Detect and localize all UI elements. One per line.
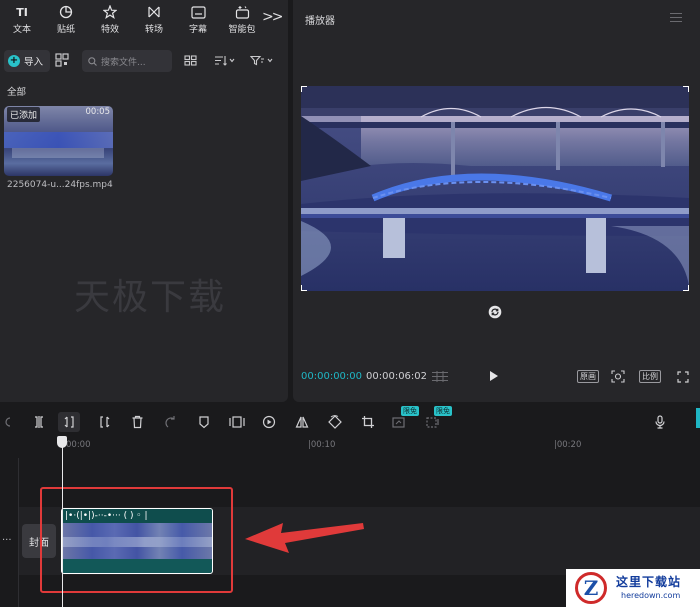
category-label: 转场 — [144, 25, 163, 35]
logo-url: heredown.com — [621, 591, 681, 600]
text-icon: TI — [16, 5, 28, 19]
player-panel: 播放器 00:00:00:00 00:00:06:02 原画 比例 — [293, 0, 700, 402]
category-label: 文本 — [12, 25, 31, 35]
reverse-icon[interactable] — [229, 415, 245, 429]
category-subtitle[interactable]: 字幕 — [176, 0, 220, 38]
grid-view-icon[interactable] — [184, 53, 197, 67]
smart-package-icon — [235, 4, 250, 20]
ruler-tick: |00:20 — [554, 440, 582, 450]
category-label: 贴纸 — [56, 25, 75, 35]
media-panel: TI 文本 贴纸 特效 转场 字幕 智能包 >> + 导入 搜索文件... 全部… — [0, 0, 288, 402]
delete-icon[interactable] — [131, 415, 144, 429]
import-button[interactable]: + 导入 — [4, 50, 50, 72]
current-timecode: 00:00:00:00 — [301, 371, 363, 382]
transition-icon — [147, 4, 161, 20]
category-sticker[interactable]: 贴纸 — [44, 0, 88, 38]
qr-code-icon[interactable] — [55, 53, 69, 67]
track-more-icon[interactable]: ··· — [2, 535, 12, 546]
rotate-icon[interactable] — [488, 305, 502, 319]
category-effects[interactable]: 特效 — [88, 0, 132, 38]
split-right-icon[interactable] — [98, 415, 112, 429]
menu-icon[interactable] — [670, 13, 682, 22]
sort-icon[interactable] — [214, 53, 236, 67]
category-label: 智能包 — [228, 25, 256, 35]
highlight-box — [40, 487, 233, 593]
total-timecode: 00:00:06:02 — [366, 371, 428, 382]
category-bar: TI 文本 贴纸 特效 转场 字幕 智能包 >> — [0, 0, 288, 38]
section-all-label: 全部 — [7, 87, 27, 98]
more-categories-icon[interactable]: >> — [262, 9, 284, 25]
subtitle-icon — [190, 4, 206, 20]
logo-title: 这里下载站 — [616, 575, 682, 589]
playhead[interactable] — [62, 446, 63, 607]
category-label: 字幕 — [188, 25, 207, 35]
red-arrow-icon — [245, 523, 364, 553]
original-quality-button[interactable]: 原画 — [577, 370, 599, 383]
category-smart-package[interactable]: 智能包 — [220, 0, 264, 38]
undo-icon[interactable] — [2, 415, 12, 429]
split-left-icon[interactable] — [58, 412, 80, 432]
speed-icon[interactable] — [262, 415, 276, 429]
media-duration: 00:05 — [85, 107, 111, 117]
freeze-icon[interactable] — [164, 415, 177, 429]
category-label: 特效 — [100, 25, 119, 35]
split-icon[interactable] — [32, 415, 46, 429]
panel-edge — [696, 408, 700, 428]
rotate-clip-icon[interactable] — [328, 415, 342, 429]
import-label: 导入 — [24, 57, 44, 68]
player-title: 播放器 — [305, 16, 335, 27]
effects-icon — [103, 4, 117, 20]
mirror-icon[interactable] — [295, 415, 309, 429]
video-preview[interactable] — [301, 86, 689, 291]
media-toolbar: + 导入 搜索文件... — [0, 48, 288, 74]
smart-cut-icon[interactable] — [392, 415, 408, 429]
search-placeholder: 搜索文件... — [101, 57, 146, 68]
sticker-icon — [59, 4, 73, 20]
marker-icon[interactable] — [198, 415, 210, 429]
watermark-text: 天极下载 — [74, 277, 227, 318]
category-transition[interactable]: 转场 — [132, 0, 176, 38]
focus-icon[interactable] — [611, 370, 625, 386]
crop-icon[interactable] — [361, 415, 375, 429]
video-frame-image — [301, 86, 689, 291]
free-tag-1: 限免 — [401, 406, 419, 416]
free-tag-2: 限免 — [434, 406, 452, 416]
plus-icon: + — [8, 55, 20, 67]
ruler-tick: 00:00 — [66, 440, 91, 450]
site-logo: Z 这里下载站 heredown.com — [566, 569, 700, 607]
category-text[interactable]: TI 文本 — [0, 0, 44, 38]
ruler-tick: |00:10 — [308, 440, 336, 450]
filter-icon[interactable] — [250, 53, 274, 67]
fullscreen-icon[interactable] — [677, 371, 689, 386]
timeline-toolbar — [0, 406, 700, 436]
search-icon — [88, 56, 97, 66]
media-filename: 2256074-u...24fps.mp4 — [7, 180, 113, 190]
timeline-list-icon[interactable] — [431, 371, 449, 385]
media-item-thumbnail[interactable]: 已添加 00:05 — [4, 106, 113, 176]
smart-frame-icon[interactable] — [426, 415, 442, 429]
aspect-ratio-button[interactable]: 比例 — [639, 370, 661, 383]
play-icon[interactable] — [490, 371, 498, 381]
added-badge: 已添加 — [7, 107, 41, 122]
microphone-icon[interactable] — [654, 415, 666, 429]
time-ruler[interactable]: 00:00 |00:10 |00:20 — [0, 436, 700, 454]
logo-mark: Z — [575, 572, 607, 604]
search-input[interactable]: 搜索文件... — [82, 50, 172, 72]
